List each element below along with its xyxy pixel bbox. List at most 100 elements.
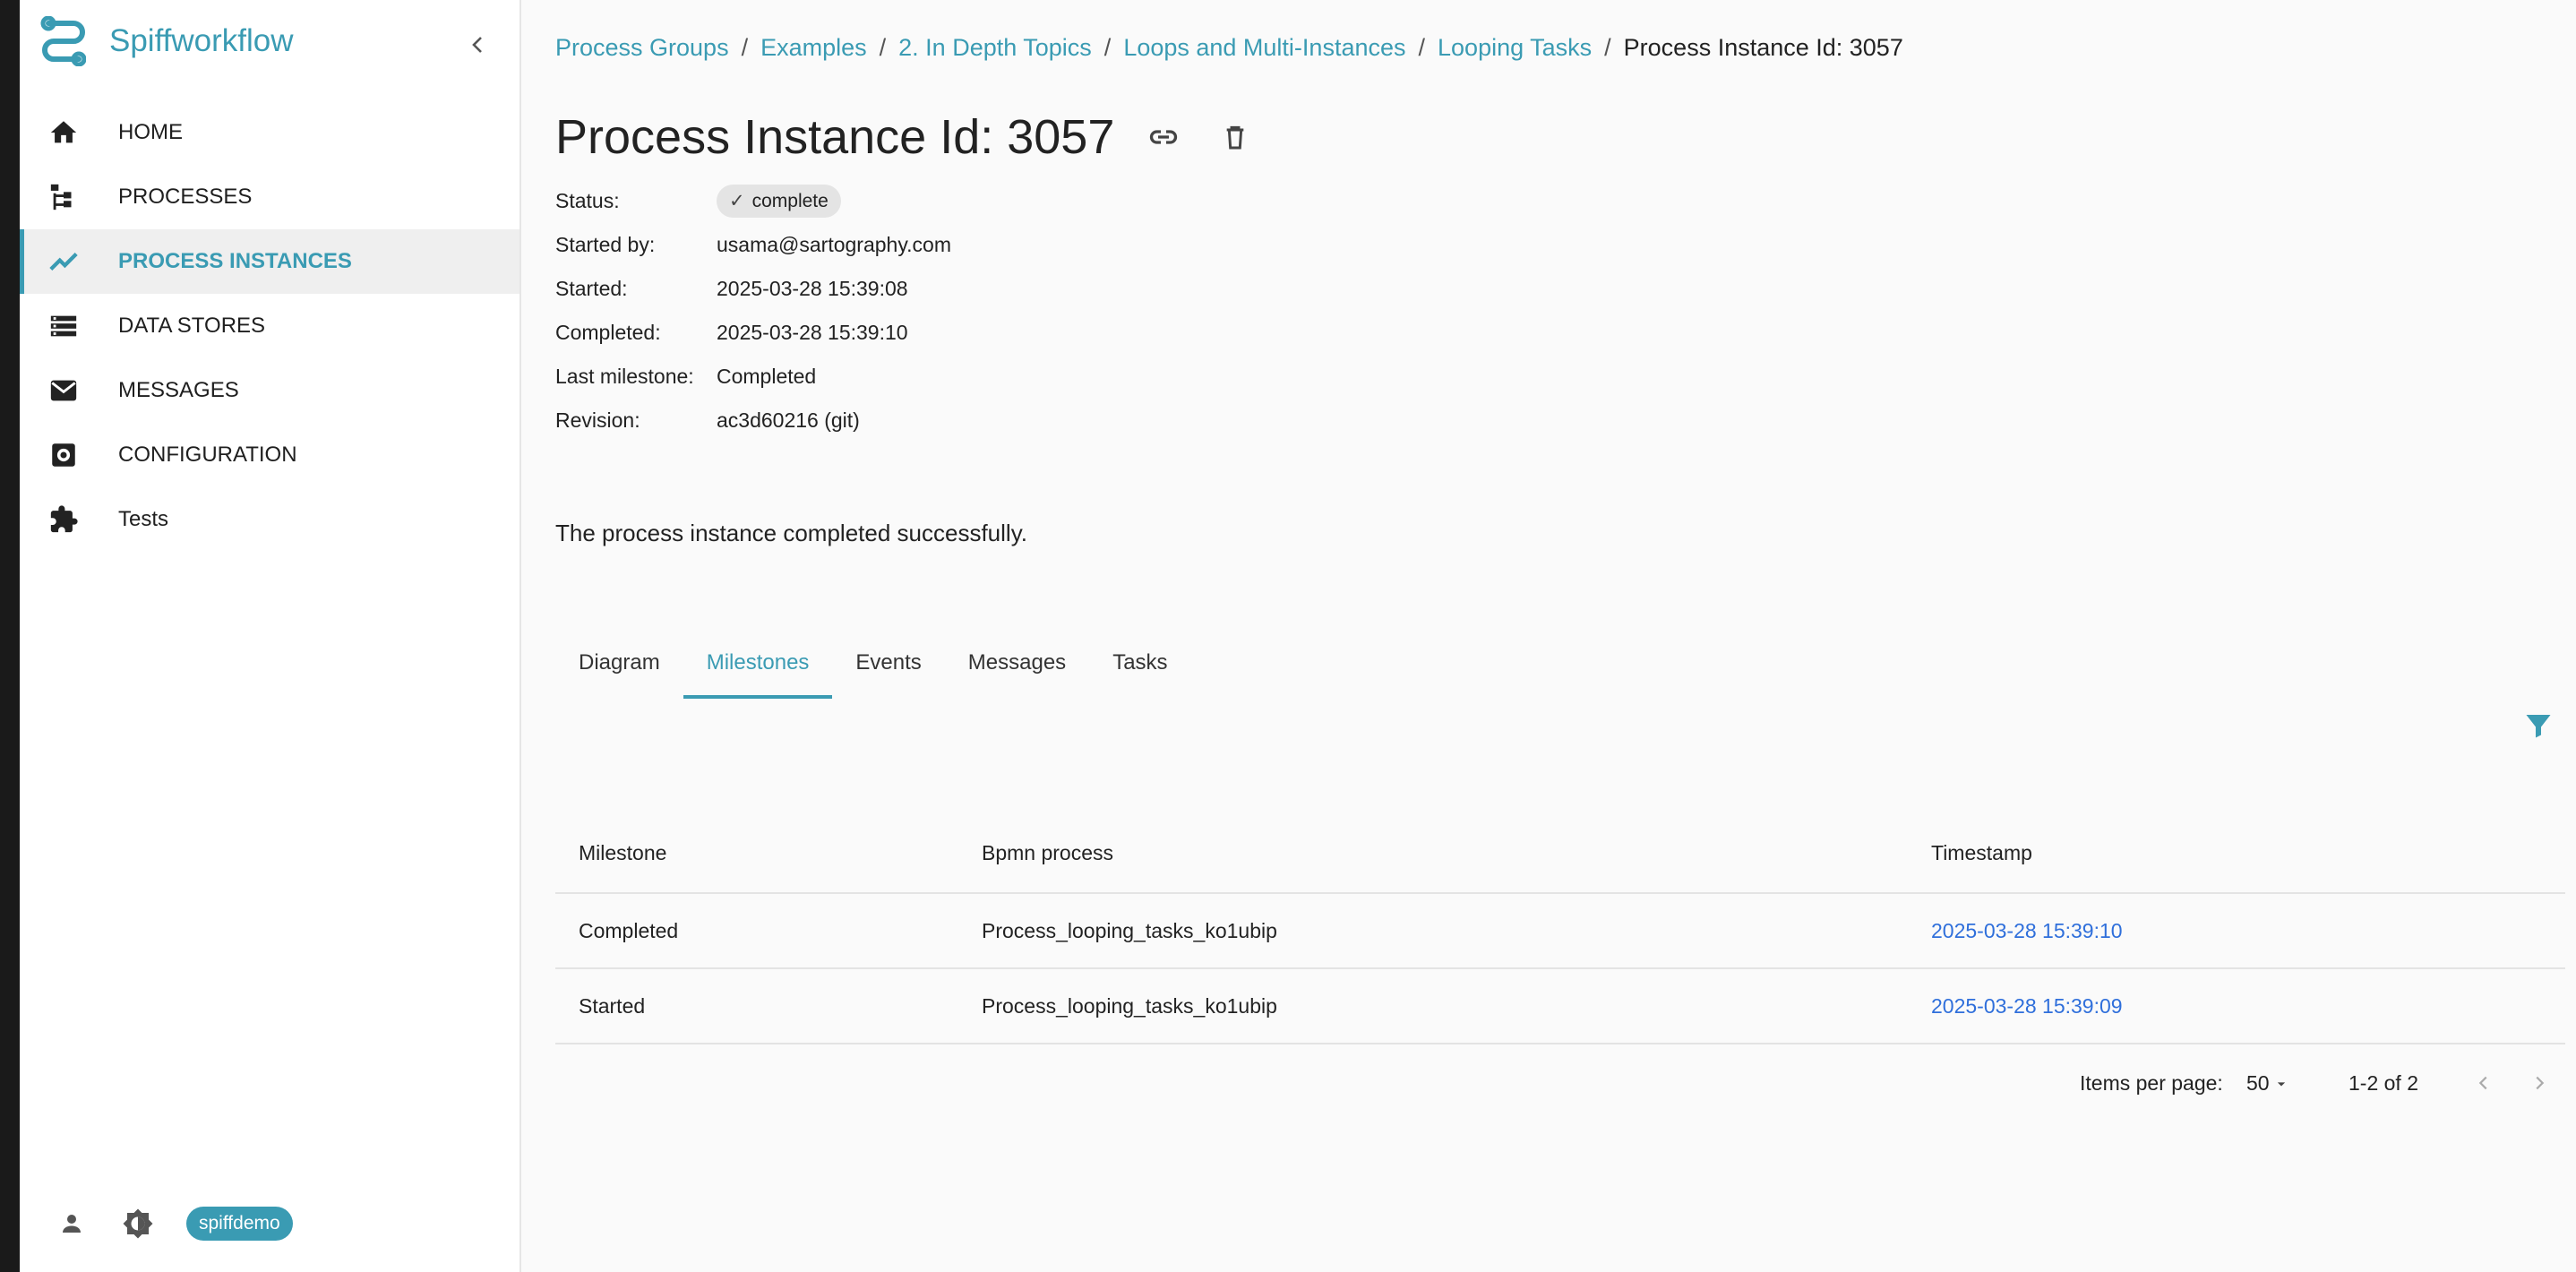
user-chip[interactable]: spiffdemo (186, 1207, 293, 1241)
app-name: Spiffworkflow (109, 23, 294, 58)
sidebar-item-process-instances[interactable]: PROCESS INSTANCES (20, 229, 519, 294)
storage-icon (47, 309, 81, 343)
started-by-label: Started by: (555, 233, 656, 256)
meta-completed-row: Completed: 2025-03-28 15:39:10 (555, 311, 951, 355)
items-per-page-label: Items per page: (2080, 1071, 2223, 1095)
sidebar: Spiffworkflow HOME PROCESSES PROCESS INS… (20, 0, 521, 1272)
breadcrumb-loops-multi-instances[interactable]: Loops and Multi-Instances (1123, 34, 1405, 61)
sidebar-item-tests[interactable]: Tests (20, 487, 519, 552)
tree-icon (47, 180, 81, 214)
timestamp-link[interactable]: 2025-03-28 15:39:09 (1908, 994, 2565, 1018)
puzzle-icon (47, 503, 81, 537)
milestone-cell: Started (579, 993, 646, 1018)
tab-diagram[interactable]: Diagram (555, 627, 683, 699)
pagination-range: 1-2 of 2 (2348, 1071, 2418, 1095)
table-row: Completed Process_looping_tasks_ko1ubip … (555, 894, 2565, 969)
sidebar-item-messages[interactable]: MESSAGES (20, 358, 519, 423)
timestamp-link[interactable]: 2025-03-28 15:39:10 (1908, 919, 2565, 943)
breadcrumb-separator: / (1103, 34, 1112, 61)
sidebar-item-label: MESSAGES (118, 378, 239, 402)
milestone-label: Last milestone: (555, 365, 694, 388)
title-row: Process Instance Id: 3057 (555, 109, 1258, 165)
revision-label: Revision: (555, 408, 640, 432)
breadcrumb-in-depth-topics[interactable]: 2. In Depth Topics (898, 34, 1092, 61)
status-value: complete (751, 190, 829, 211)
mail-icon (47, 374, 81, 408)
meta-milestone-row: Last milestone: Completed (555, 355, 951, 399)
breadcrumb-separator: / (1604, 34, 1611, 61)
sidebar-item-label: HOME (118, 120, 183, 144)
table-header-row: Milestone Bpmn process Timestamp (555, 813, 2565, 894)
breadcrumb-separator: / (741, 34, 749, 61)
status-label: Status: (555, 189, 620, 212)
chevron-left-icon (2478, 1076, 2487, 1090)
breadcrumb-separator: / (879, 34, 887, 61)
milestones-table: Milestone Bpmn process Timestamp Complet… (555, 813, 2565, 1044)
items-per-page-value: 50 (2246, 1071, 2270, 1095)
settings-icon (47, 438, 81, 472)
started-label: Started: (555, 277, 628, 300)
breadcrumb-looping-tasks[interactable]: Looping Tasks (1438, 34, 1592, 61)
filter-icon[interactable] (2522, 709, 2558, 745)
sidebar-item-label: Tests (118, 507, 169, 531)
items-per-page-select[interactable]: 50 (2246, 1071, 2293, 1096)
tab-tasks[interactable]: Tasks (1089, 627, 1190, 699)
meta-status-row: Status: ✓ complete (555, 179, 951, 223)
page-title: Process Instance Id: 3057 (555, 110, 1115, 164)
meta-revision-row: Revision: ac3d60216 (git) (555, 399, 951, 443)
home-icon (47, 116, 81, 150)
milestone-cell: Completed (579, 918, 679, 942)
column-header-timestamp[interactable]: Timestamp (1908, 841, 2565, 865)
sidebar-item-home[interactable]: HOME (20, 100, 519, 165)
started-by-value: usama@sartography.com (717, 233, 951, 256)
brand[interactable]: Spiffworkflow (39, 15, 294, 67)
breadcrumb-examples[interactable]: Examples (760, 34, 867, 61)
sidebar-item-processes[interactable]: PROCESSES (20, 165, 519, 229)
breadcrumb: Process Groups / Examples / 2. In Depth Topi… (555, 34, 1903, 62)
delete-icon[interactable] (1213, 115, 1258, 159)
completion-message: The process instance completed successfu… (555, 520, 1027, 546)
revision-value: ac3d60216 (git) (717, 408, 860, 432)
breadcrumb-separator: / (1418, 34, 1426, 61)
user-icon[interactable] (54, 1206, 90, 1242)
column-header-bpmn-process[interactable]: Bpmn process (958, 841, 1908, 865)
sidebar-item-label: DATA STORES (118, 314, 266, 338)
bpmn-process-cell: Process_looping_tasks_ko1ubip (982, 993, 1277, 1018)
meta-started-by-row: Started by: usama@sartography.com (555, 223, 951, 267)
milestone-value: Completed (717, 365, 817, 388)
theme-toggle-icon[interactable] (120, 1206, 156, 1242)
previous-page-button[interactable] (2469, 1068, 2499, 1098)
pagination: Items per page: 50 1-2 of 2 (555, 1061, 2565, 1105)
spiffworkflow-logo-icon (39, 15, 87, 67)
instance-tabs: Diagram Milestones Events Messages Tasks (555, 627, 1191, 699)
link-icon[interactable] (1141, 115, 1186, 159)
sidebar-item-label: CONFIGURATION (118, 443, 297, 467)
chevron-left-icon (472, 37, 482, 53)
sidebar-item-label: PROCESSES (118, 185, 253, 209)
started-value: 2025-03-28 15:39:08 (717, 277, 908, 300)
next-page-button[interactable] (2524, 1068, 2555, 1098)
meta-started-row: Started: 2025-03-28 15:39:08 (555, 267, 951, 311)
breadcrumb-process-groups[interactable]: Process Groups (555, 34, 729, 61)
sidebar-nav: HOME PROCESSES PROCESS INSTANCES DATA ST… (20, 100, 519, 552)
sidebar-item-data-stores[interactable]: DATA STORES (20, 294, 519, 358)
sidebar-item-label: PROCESS INSTANCES (118, 249, 352, 273)
tab-milestones[interactable]: Milestones (683, 627, 833, 699)
bpmn-process-cell: Process_looping_tasks_ko1ubip (982, 918, 1277, 942)
sidebar-item-configuration[interactable]: CONFIGURATION (20, 423, 519, 487)
breadcrumb-current: Process Instance Id: 3057 (1623, 34, 1903, 61)
caret-down-icon (2277, 1081, 2285, 1086)
chevron-right-icon (2536, 1076, 2545, 1090)
sidebar-footer: spiffdemo (54, 1206, 293, 1242)
tab-events[interactable]: Events (832, 627, 944, 699)
collapse-sidebar-button[interactable] (459, 25, 498, 64)
completed-label: Completed: (555, 321, 661, 344)
table-row: Started Process_looping_tasks_ko1ubip 20… (555, 969, 2565, 1044)
check-icon: ✓ (729, 191, 745, 211)
trend-icon (47, 245, 81, 279)
column-header-milestone[interactable]: Milestone (555, 841, 958, 865)
completed-value: 2025-03-28 15:39:10 (717, 321, 908, 344)
tab-messages[interactable]: Messages (945, 627, 1089, 699)
instance-metadata: Status: ✓ complete Started by: usama@sart… (555, 179, 951, 443)
status-badge: ✓ complete (717, 185, 841, 218)
